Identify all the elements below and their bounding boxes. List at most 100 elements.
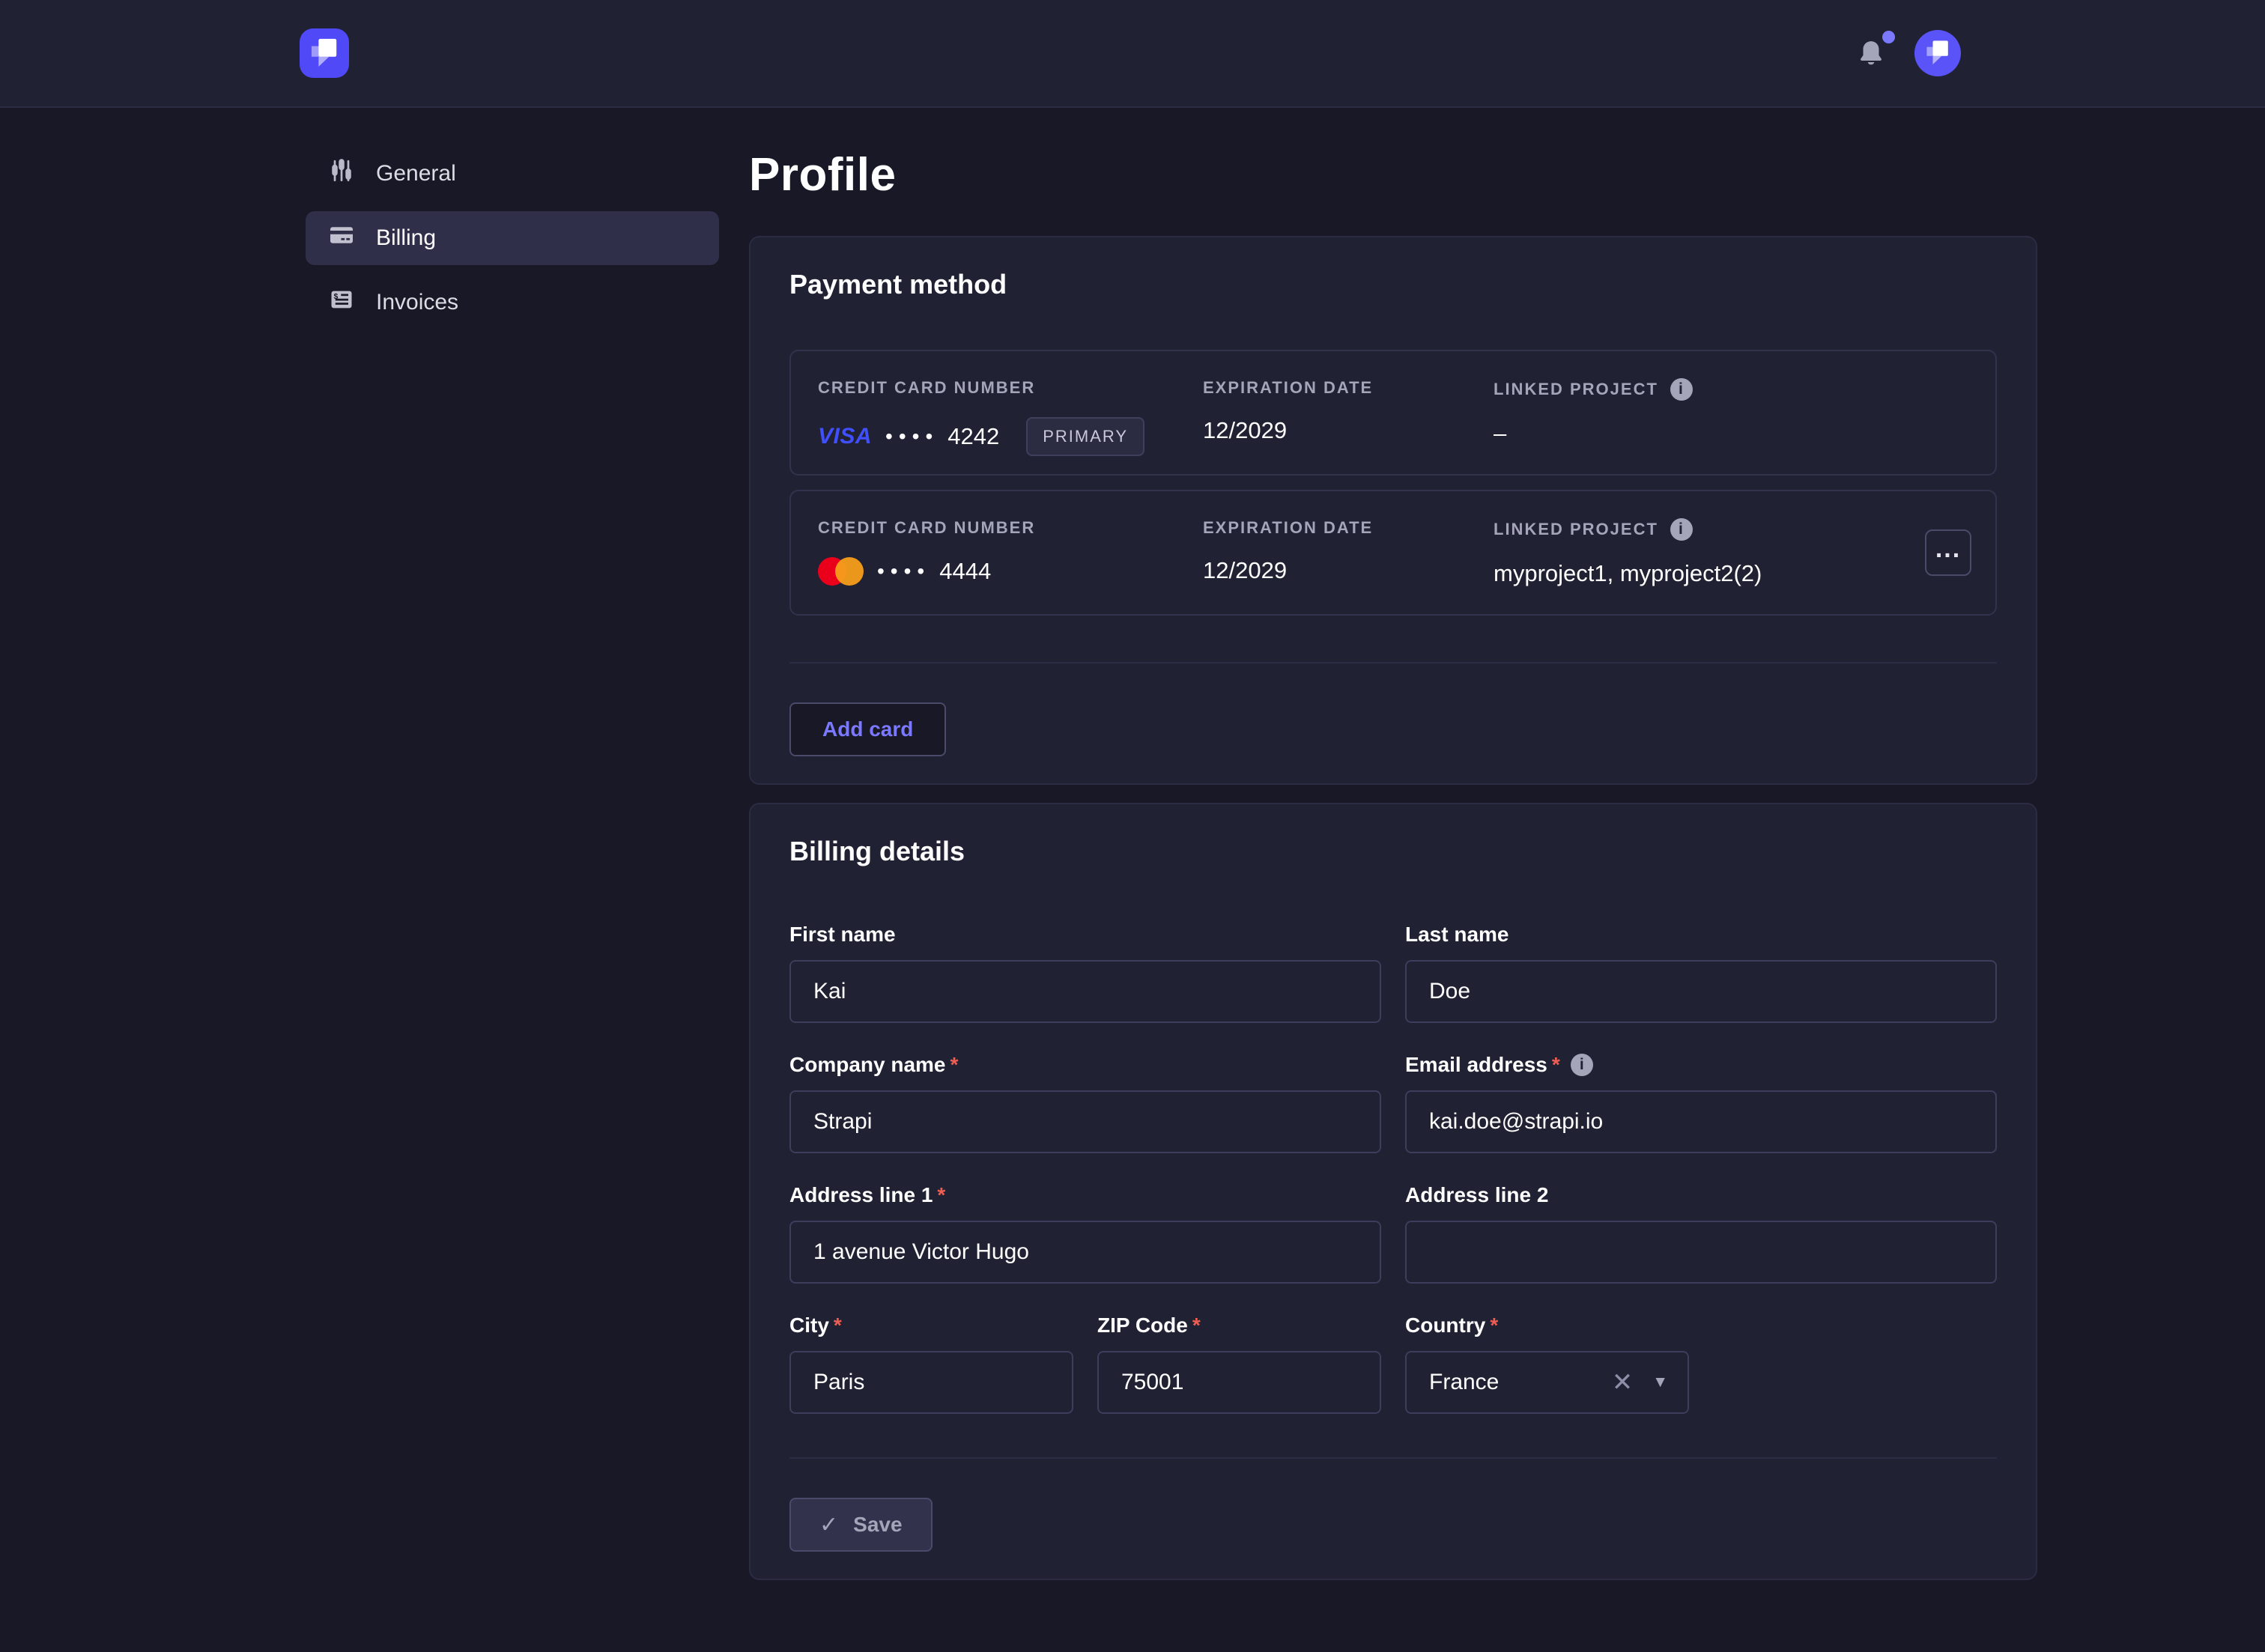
payment-divider [789, 662, 1997, 663]
sidebar-item-label: Billing [376, 225, 436, 251]
save-button[interactable]: ✓ Save [789, 1498, 933, 1552]
navbar-right-cluster [1856, 30, 1961, 76]
linked-project-value: myproject1, myproject2(2) [1494, 560, 1968, 587]
sidebar-item-label: Invoices [376, 290, 458, 315]
city-field[interactable] [789, 1351, 1073, 1414]
first-name-field[interactable] [789, 960, 1381, 1023]
expiration-value: 12/2029 [1203, 557, 1494, 584]
invoice-icon: $ [328, 286, 355, 319]
card-number-cell: CREDIT CARD NUMBER VISA •••• 4242 PRIMAR… [818, 378, 1203, 474]
address-line2-field[interactable] [1405, 1221, 1997, 1284]
required-asterisk: * [937, 1183, 945, 1207]
card-number-label: CREDIT CARD NUMBER [818, 378, 1203, 398]
address-line2-label: Address line 2 [1405, 1183, 1997, 1207]
company-name-label: Company name * [789, 1053, 1381, 1077]
sidebar-item-label: General [376, 161, 456, 186]
zip-field[interactable] [1097, 1351, 1381, 1414]
sidebar-item-invoices[interactable]: $ Invoices [306, 276, 719, 330]
strapi-logo-icon [304, 31, 345, 76]
address-line1-group: Address line 1 * [789, 1183, 1381, 1284]
card-number-value: •••• 4444 [818, 557, 1203, 586]
email-group: Email address * i [1405, 1053, 1997, 1153]
save-button-label: Save [853, 1513, 902, 1537]
expiration-cell: EXPIRATION DATE 12/2029 [1203, 518, 1494, 614]
primary-badge: PRIMARY [1026, 417, 1144, 456]
main-layout: General Billing $ [0, 108, 2265, 1640]
linked-project-cell: LINKED PROJECT i myproject1, myproject2(… [1494, 518, 1968, 614]
label-text: Company name [789, 1053, 946, 1077]
linked-project-cell: LINKED PROJECT i – [1494, 378, 1968, 474]
label-text: First name [789, 923, 896, 947]
country-group: Country * France ✕ ▼ [1405, 1314, 1689, 1414]
city-group: City * [789, 1314, 1073, 1414]
label-text: Address line 2 [1405, 1183, 1548, 1207]
profile-content: Profile Payment method CREDIT CARD NUMBE… [749, 147, 2037, 1640]
chevron-down-icon[interactable]: ▼ [1652, 1373, 1668, 1391]
country-label: Country * [1405, 1314, 1689, 1337]
label-text: Last name [1405, 923, 1509, 947]
user-avatar[interactable] [1914, 30, 1961, 76]
card-more-actions-button[interactable]: ... [1925, 529, 1971, 576]
expiration-label: EXPIRATION DATE [1203, 518, 1494, 538]
check-icon: ✓ [819, 1512, 838, 1538]
notification-dot [1882, 31, 1895, 43]
required-asterisk: * [1490, 1314, 1498, 1337]
avatar-strapi-mark-icon [1920, 34, 1955, 73]
expiration-cell: EXPIRATION DATE 12/2029 [1203, 378, 1494, 474]
city-label: City * [789, 1314, 1073, 1337]
label-text: Country [1405, 1314, 1485, 1337]
info-icon[interactable]: i [1571, 1054, 1593, 1076]
linked-project-label: LINKED PROJECT i [1494, 518, 1968, 541]
expiration-value: 12/2029 [1203, 417, 1494, 444]
last-name-field[interactable] [1405, 960, 1997, 1023]
last-name-label: Last name [1405, 923, 1997, 947]
city-zip-country-row: City * ZIP Code * Country * [789, 1314, 1997, 1414]
mastercard-logo [818, 557, 864, 586]
add-card-button[interactable]: Add card [789, 702, 946, 756]
payment-method-title: Payment method [789, 269, 1997, 300]
required-asterisk: * [1192, 1314, 1201, 1337]
first-name-label: First name [789, 923, 1381, 947]
notifications-button[interactable] [1856, 37, 1886, 70]
bell-icon [1856, 60, 1886, 73]
label-text: City [789, 1314, 829, 1337]
billing-details-card: Billing details First name Last name [749, 803, 2037, 1580]
card-number-label: CREDIT CARD NUMBER [818, 518, 1203, 538]
masked-digits: •••• [885, 425, 939, 449]
empty-grid-cell [1713, 1314, 1997, 1414]
zip-label: ZIP Code * [1097, 1314, 1381, 1337]
info-icon[interactable]: i [1670, 518, 1693, 541]
card-last4: 4444 [939, 558, 991, 585]
address-line1-field[interactable] [789, 1221, 1381, 1284]
visa-logo: VISA [818, 424, 872, 449]
billing-details-title: Billing details [789, 836, 1997, 867]
page-title: Profile [749, 148, 2037, 201]
email-field[interactable] [1405, 1090, 1997, 1153]
company-name-field[interactable] [789, 1090, 1381, 1153]
linked-project-label: LINKED PROJECT i [1494, 378, 1968, 401]
last-name-group: Last name [1405, 923, 1997, 1023]
email-label: Email address * i [1405, 1053, 1997, 1077]
required-asterisk: * [1552, 1053, 1560, 1077]
card-number-cell: CREDIT CARD NUMBER •••• 4444 [818, 518, 1203, 614]
label-text: Email address [1405, 1053, 1547, 1077]
sidebar-item-billing[interactable]: Billing [306, 211, 719, 265]
expiration-label: EXPIRATION DATE [1203, 378, 1494, 398]
clear-selection-icon[interactable]: ✕ [1612, 1367, 1634, 1397]
sidebar-item-general[interactable]: General [306, 147, 719, 201]
strapi-logo[interactable] [300, 28, 349, 78]
card-last4: 4242 [947, 423, 999, 450]
linked-project-label-text: LINKED PROJECT [1494, 380, 1658, 399]
company-name-group: Company name * [789, 1053, 1381, 1153]
info-icon[interactable]: i [1670, 378, 1693, 401]
required-asterisk: * [834, 1314, 842, 1337]
settings-sidebar: General Billing $ [306, 147, 719, 330]
country-select[interactable]: France ✕ ▼ [1405, 1351, 1689, 1414]
credit-card-row-mastercard: CREDIT CARD NUMBER •••• 4444 EXPIRATION … [789, 490, 1997, 616]
zip-group: ZIP Code * [1097, 1314, 1381, 1414]
linked-project-value: – [1494, 420, 1968, 447]
payment-method-card: Payment method CREDIT CARD NUMBER VISA •… [749, 236, 2037, 785]
billing-divider [789, 1457, 1997, 1459]
sliders-icon [328, 157, 355, 190]
address-line2-group: Address line 2 [1405, 1183, 1997, 1284]
